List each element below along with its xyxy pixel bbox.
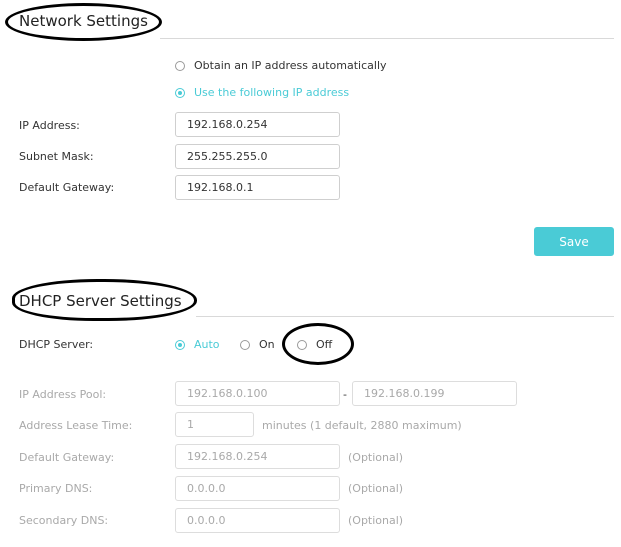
- dhcp-default-gateway-hint: (Optional): [348, 451, 404, 464]
- primary-dns-input[interactable]: [175, 476, 340, 501]
- primary-dns-label: Primary DNS:: [19, 482, 93, 495]
- radio-label: Use the following IP address: [194, 86, 350, 99]
- dhcp-default-gateway-label: Default Gateway:: [19, 451, 115, 464]
- ip-pool-end-input[interactable]: [352, 381, 517, 406]
- ip-pool-separator: -: [343, 388, 347, 401]
- default-gateway-label: Default Gateway:: [19, 181, 115, 194]
- radio-label: On: [259, 338, 275, 351]
- radio-dhcp-off[interactable]: Off: [297, 338, 332, 351]
- ip-pool-start-input[interactable]: [175, 381, 340, 406]
- radio-dhcp-auto[interactable]: Auto: [175, 338, 220, 351]
- radio-label: Obtain an IP address automatically: [194, 59, 387, 72]
- secondary-dns-label: Secondary DNS:: [19, 514, 109, 527]
- radio-label: Auto: [194, 338, 220, 351]
- default-gateway-input[interactable]: [175, 175, 340, 200]
- address-lease-time-label: Address Lease Time:: [19, 419, 133, 432]
- radio-circle-checked: [175, 339, 185, 350]
- ip-address-label: IP Address:: [19, 119, 80, 132]
- radio-dhcp-on[interactable]: On: [240, 338, 275, 351]
- lease-time-input[interactable]: [175, 412, 254, 437]
- radio-circle: [175, 60, 185, 71]
- dhcp-server-label: DHCP Server:: [19, 338, 94, 351]
- save-button[interactable]: Save: [534, 227, 614, 256]
- ip-address-pool-label: IP Address Pool:: [19, 388, 107, 401]
- radio-use-following-ip[interactable]: Use the following IP address: [175, 86, 349, 99]
- radio-circle: [297, 339, 307, 350]
- secondary-dns-input[interactable]: [175, 508, 340, 533]
- radio-obtain-ip-automatically[interactable]: Obtain an IP address automatically: [175, 59, 387, 72]
- subnet-mask-label: Subnet Mask:: [19, 150, 94, 163]
- lease-time-hint: minutes (1 default, 2880 maximum): [262, 419, 462, 432]
- radio-circle: [240, 339, 250, 350]
- subnet-mask-input[interactable]: [175, 144, 340, 169]
- dhcp-default-gateway-input[interactable]: [175, 444, 340, 469]
- radio-circle-checked: [175, 87, 185, 98]
- dhcp-server-settings-title: DHCP Server Settings: [19, 292, 182, 310]
- radio-label: Off: [316, 338, 333, 351]
- primary-dns-hint: (Optional): [348, 482, 404, 495]
- dhcp-settings-divider: [196, 316, 614, 317]
- network-settings-title: Network Settings: [19, 12, 148, 30]
- network-settings-divider: [160, 38, 614, 39]
- ip-address-input[interactable]: [175, 112, 340, 137]
- secondary-dns-hint: (Optional): [348, 514, 404, 527]
